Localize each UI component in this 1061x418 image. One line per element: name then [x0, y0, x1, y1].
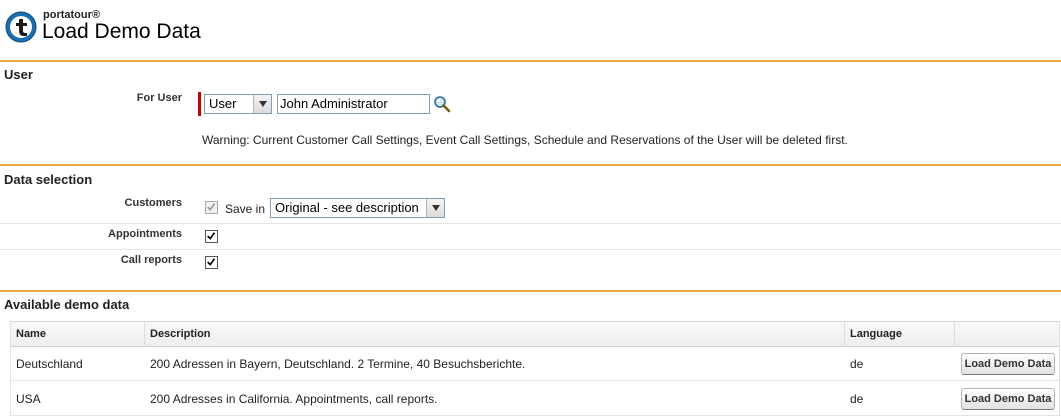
- save-in-select[interactable]: Original - see description: [270, 198, 445, 218]
- row-name: Deutschland: [16, 357, 83, 371]
- save-in-label: Save in: [225, 202, 266, 216]
- row-description: 200 Adresses in California. Appointments…: [150, 392, 438, 406]
- demo-data-table: Name Description Language Deutschland 20…: [10, 321, 1060, 416]
- portatour-logo-icon: [5, 11, 37, 43]
- page-title: Load Demo Data: [42, 20, 201, 43]
- user-type-select[interactable]: User: [204, 94, 272, 114]
- checkmark-icon: [207, 203, 216, 211]
- appointments-label: Appointments: [108, 228, 182, 240]
- for-user-label: For User: [136, 92, 182, 104]
- chevron-down-icon: [426, 199, 444, 217]
- checkmark-icon: [207, 232, 216, 240]
- section-divider: [0, 290, 1061, 292]
- table-header: Name Description Language: [11, 322, 1059, 347]
- section-divider: [0, 164, 1061, 166]
- row-divider: [0, 223, 1061, 224]
- chevron-down-icon: [253, 95, 271, 113]
- row-language: de: [850, 357, 864, 371]
- page-header: portatour® Load Demo Data: [0, 0, 1061, 60]
- user-name-field[interactable]: John Administrator: [277, 94, 430, 114]
- user-name-value: John Administrator: [280, 96, 388, 111]
- section-title-data-selection: Data selection: [4, 172, 93, 187]
- call-reports-checkbox[interactable]: [205, 256, 218, 269]
- save-in-select-value: Original - see description: [275, 200, 419, 215]
- user-type-select-value: User: [209, 96, 237, 111]
- required-marker: [198, 92, 201, 116]
- appointments-checkbox[interactable]: [205, 230, 218, 243]
- section-divider: [0, 60, 1061, 62]
- table-row: Deutschland 200 Adressen in Bayern, Deut…: [11, 347, 1059, 381]
- load-demo-data-button[interactable]: Load Demo Data: [961, 388, 1055, 410]
- row-description: 200 Adressen in Bayern, Deutschland. 2 T…: [150, 357, 526, 371]
- row-divider: [0, 249, 1061, 250]
- customers-checkbox: [205, 201, 218, 214]
- call-reports-label: Call reports: [120, 254, 182, 266]
- column-header-description: Description: [145, 322, 845, 347]
- checkmark-icon: [207, 258, 216, 266]
- customers-label: Customers: [124, 197, 182, 209]
- table-row: USA 200 Adresses in California. Appointm…: [11, 382, 1059, 416]
- warning-text: Warning: Current Customer Call Settings,…: [202, 133, 848, 147]
- row-name: USA: [16, 392, 41, 406]
- column-header-language: Language: [845, 322, 955, 347]
- column-header-name: Name: [11, 322, 145, 347]
- section-title-user: User: [4, 67, 33, 82]
- section-title-available: Available demo data: [4, 297, 130, 312]
- load-demo-data-button[interactable]: Load Demo Data: [961, 353, 1055, 375]
- row-language: de: [850, 392, 864, 406]
- magnifier-lookup-icon[interactable]: [433, 95, 451, 113]
